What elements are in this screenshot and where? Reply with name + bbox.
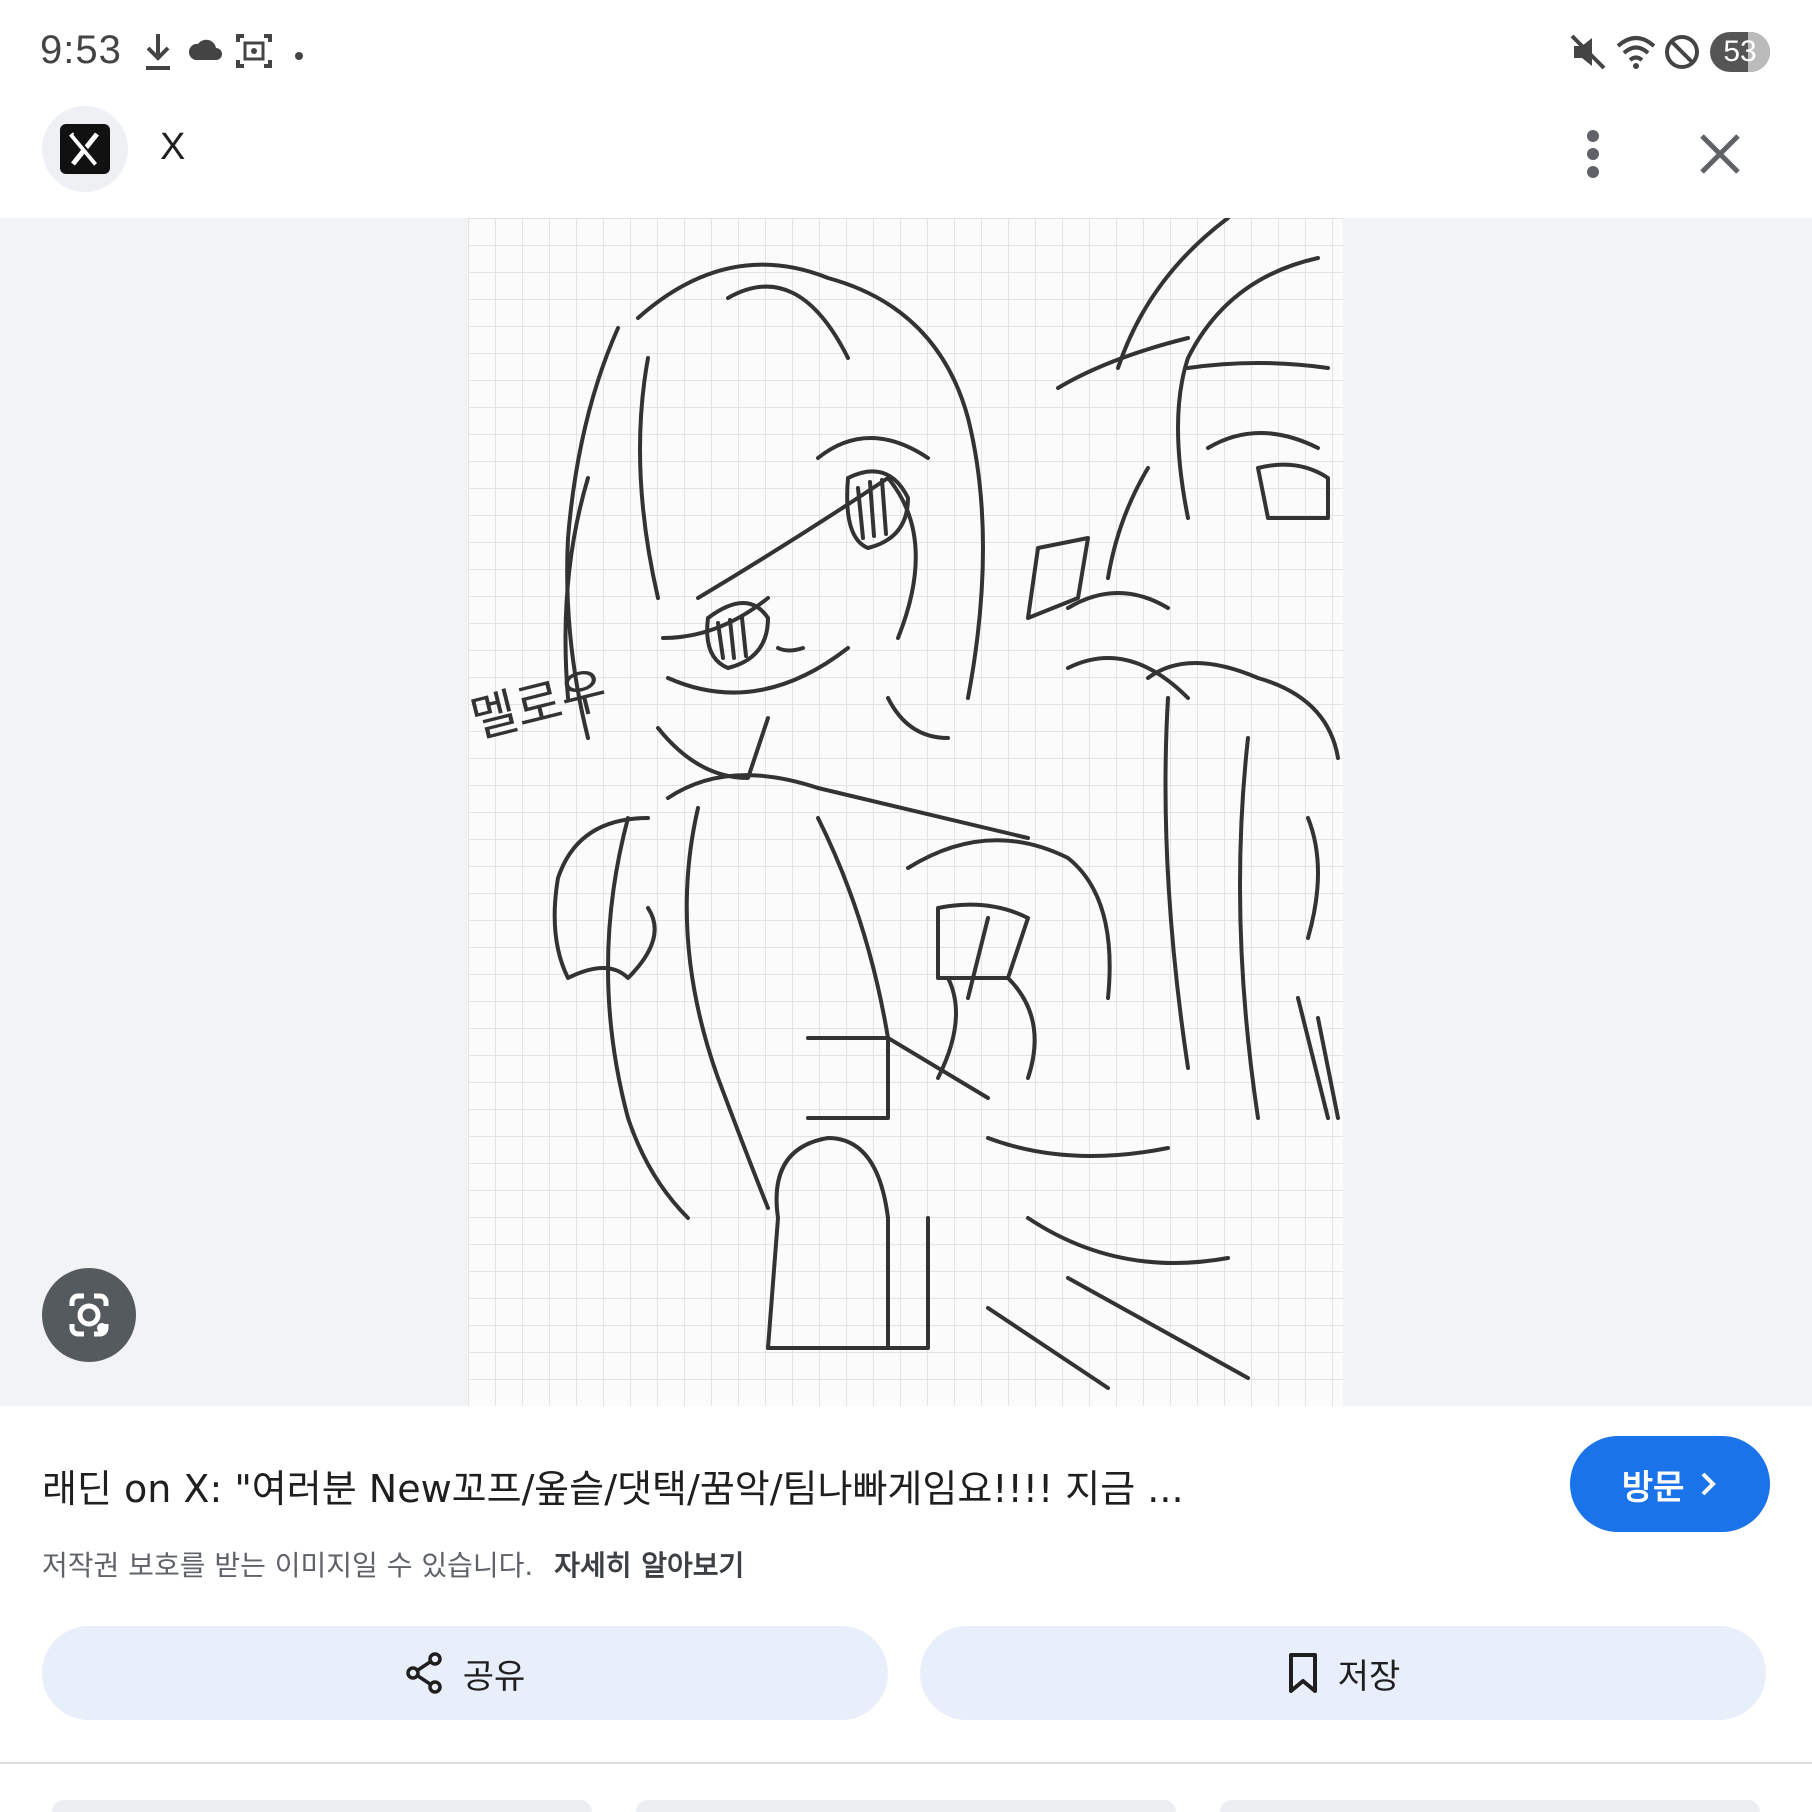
result-header: X (0, 104, 1812, 218)
related-thumbnail[interactable] (1220, 1800, 1760, 1812)
visit-button[interactable]: 방문 (1570, 1436, 1770, 1532)
cloud-icon (186, 30, 226, 78)
sketch-image[interactable]: 멜로우 (465, 218, 1343, 1406)
wifi-icon (1614, 30, 1658, 78)
dot-icon (294, 46, 304, 65)
battery-level: 53 (1723, 35, 1757, 68)
screenshot-icon (234, 30, 274, 78)
mute-icon (1568, 30, 1608, 78)
status-time: 9:53 (40, 28, 122, 72)
section-divider (0, 1762, 1812, 1764)
x-logo-icon (60, 124, 110, 174)
visit-label: 방문 (1621, 1467, 1685, 1508)
learn-more-link[interactable]: 자세히 알아보기 (554, 1549, 744, 1582)
result-title[interactable]: 래딘 on X: "여러분 New꼬프/옾슽/댓택/꿈악/팀나빠게임요!!!! … (42, 1458, 1542, 1513)
download-icon (142, 30, 174, 78)
save-button[interactable]: 저장 (920, 1626, 1766, 1720)
status-bar: 9:53 53 (0, 0, 1812, 104)
do-not-disturb-icon (1662, 30, 1702, 78)
google-lens-icon (69, 1293, 109, 1337)
site-name[interactable]: X (160, 126, 185, 169)
chevron-right-icon (1701, 1472, 1717, 1496)
image-preview: 멜로우 (0, 218, 1812, 1406)
battery-indicator: 53 (1710, 32, 1770, 72)
more-options-button[interactable] (1568, 124, 1618, 184)
site-favicon[interactable] (42, 106, 128, 192)
copyright-text: 저작권 보호를 받는 이미지일 수 있습니다. (42, 1549, 534, 1582)
sketch-drawing: 멜로우 (465, 218, 1340, 1390)
copyright-notice: 저작권 보호를 받는 이미지일 수 있습니다. 자세히 알아보기 (42, 1544, 744, 1584)
close-icon (1700, 134, 1740, 174)
share-icon (405, 1652, 442, 1694)
related-thumbnail[interactable] (52, 1800, 592, 1812)
signature-text: 멜로우 (468, 660, 613, 750)
bookmark-icon (1288, 1653, 1317, 1693)
share-button[interactable]: 공유 (42, 1626, 888, 1720)
more-vert-icon (1587, 130, 1599, 178)
share-label: 공유 (462, 1656, 526, 1697)
google-lens-button[interactable] (42, 1268, 136, 1362)
save-label: 저장 (1337, 1656, 1401, 1697)
close-button[interactable] (1690, 124, 1750, 184)
related-thumbnail[interactable] (636, 1800, 1176, 1812)
